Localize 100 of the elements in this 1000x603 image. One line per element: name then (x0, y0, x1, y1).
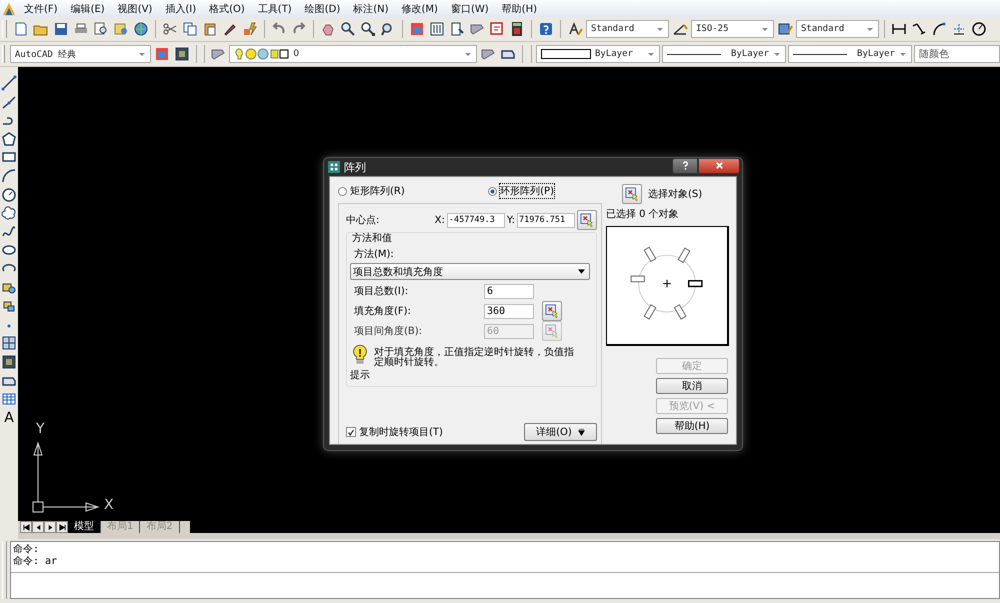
menu-item[interactable]: 插入(I) (161, 2, 200, 16)
style-dropdown[interactable]: Standard (586, 20, 669, 38)
arc-icon[interactable] (1, 168, 17, 184)
scissors-icon[interactable] (162, 21, 178, 37)
help-button[interactable] (672, 158, 698, 174)
radius-dimension-icon[interactable] (971, 21, 987, 37)
dialog-button[interactable]: 取消 (656, 378, 728, 394)
select-objects-label: 选择对象(S) (648, 188, 702, 201)
gradient-icon[interactable] (174, 46, 190, 62)
polyline-icon[interactable] (1, 94, 17, 110)
first-tab-button[interactable] (20, 521, 32, 533)
question-icon (680, 161, 690, 170)
table-icon[interactable] (1, 391, 17, 408)
linear-dimension-icon[interactable] (891, 21, 907, 37)
menu-item[interactable]: 标注(N) (349, 2, 393, 16)
menu-item[interactable]: 文件(F) (20, 2, 62, 16)
axis-label: Y (36, 421, 45, 437)
hatch-icon[interactable] (1, 335, 17, 352)
match-bolt-icon[interactable] (242, 21, 258, 37)
zoom-window-icon[interactable] (360, 21, 376, 37)
y-label: Y: (506, 214, 515, 226)
layer-dropdown[interactable]: 0 (229, 45, 478, 63)
help-question-icon[interactable] (538, 21, 554, 37)
menu-item[interactable]: 编辑(E) (66, 2, 109, 16)
menu-item[interactable]: 格式(O) (205, 2, 249, 16)
property-dropdown[interactable]: ByLayer (788, 45, 912, 63)
color-swatch-icon (540, 49, 591, 59)
table-style-icon[interactable] (777, 21, 793, 37)
lightbulb-icon (353, 344, 367, 366)
last-tab-button[interactable] (56, 521, 68, 533)
text-tool[interactable]: A (4, 410, 14, 426)
array-type-radio[interactable]: 环形阵列(P) (488, 184, 554, 198)
style-dropdown[interactable]: Standard (796, 20, 879, 38)
left-triangle-icon (34, 524, 42, 530)
workspace-dropdown[interactable]: AutoCAD 经典 (10, 45, 151, 63)
close-icon (714, 161, 724, 170)
group-title: 方法和值 (351, 232, 393, 245)
menu-item[interactable]: 修改(M) (398, 2, 442, 16)
cloud-icon[interactable] (1, 205, 17, 222)
method-dropdown[interactable]: 项目总数和填充角度 (350, 263, 590, 280)
menu-item[interactable]: 工具(T) (254, 2, 296, 16)
expand-arrow-icon (578, 428, 585, 436)
layout-tab[interactable]: 模型 (68, 521, 101, 533)
menu-item[interactable]: 视图(V) (114, 2, 156, 16)
method-label: 方法(M): (353, 248, 395, 261)
gradient-icon[interactable] (1, 354, 17, 370)
arc-dimension-icon[interactable] (931, 21, 947, 37)
menu-item[interactable]: 绘图(D) (300, 2, 344, 16)
rotate-items-checkbox[interactable]: 复制时旋转项目(T) (346, 425, 443, 439)
design-center-icon[interactable] (429, 21, 445, 37)
dropdown-arrow-icon (578, 269, 585, 274)
array-type-radio[interactable]: 矩形阵列(R) (338, 184, 405, 198)
field-label: 项目间角度(B): (354, 324, 424, 338)
property-dropdown[interactable]: ByLayer (662, 45, 786, 63)
property-dropdown[interactable]: 随颜色 (914, 45, 1000, 63)
right-triangle-icon (58, 524, 66, 530)
style-dropdown[interactable]: ISO-25 (691, 20, 774, 38)
checkmark-icon (347, 428, 355, 436)
right-triangle-icon (46, 524, 54, 530)
dialog-button[interactable]: 帮助(H) (656, 418, 728, 434)
command-history-line: 命令: ar (13, 556, 58, 568)
x-input[interactable]: -457749.3 (446, 212, 505, 228)
axis-label: X (104, 497, 114, 513)
circle-icon[interactable] (1, 186, 17, 203)
preview-magnifier-icon[interactable] (93, 21, 109, 37)
globe-icon[interactable] (133, 21, 149, 37)
paste-clipboard-icon[interactable] (202, 21, 218, 37)
checkbox-indicator[interactable] (346, 427, 356, 437)
x-label: X: (434, 214, 445, 226)
drawing-canvas[interactable] (18, 67, 1000, 533)
text-style-icon[interactable] (567, 21, 583, 37)
next-tab-button[interactable] (44, 521, 56, 533)
copy-pages-icon[interactable] (182, 21, 198, 37)
menu-item[interactable]: 窗口(W) (446, 2, 493, 16)
app-logo-icon[interactable] (2, 2, 16, 16)
radio-indicator[interactable] (338, 186, 347, 196)
number-input[interactable]: 360 (484, 304, 534, 318)
y-input[interactable]: 71976.751 (517, 212, 575, 228)
center-point-label: 中心点: (346, 214, 380, 227)
details-button[interactable]: 详细(O) (524, 423, 597, 441)
left-triangle-icon (22, 524, 30, 530)
selection-count: 已选择 0 个对象 (606, 208, 680, 221)
ordinate-dimension-icon[interactable] (951, 21, 967, 37)
field-label: 项目总数(I): (354, 284, 410, 298)
command-history-line: 命令: (13, 544, 40, 556)
prev-tab-button[interactable] (32, 521, 44, 533)
radio-indicator[interactable] (488, 186, 498, 196)
menu-item[interactable]: 帮助(H) (498, 2, 541, 16)
array-icon (328, 161, 340, 173)
layer-state-icon (234, 47, 290, 61)
zoom-plus-icon[interactable] (340, 21, 356, 37)
close-button[interactable] (698, 158, 740, 174)
calculator-icon[interactable] (509, 21, 525, 37)
property-dropdown[interactable]: ByLayer (536, 45, 660, 63)
number-input[interactable]: 6 (484, 284, 534, 298)
new-document-icon[interactable] (13, 21, 29, 37)
markup-icon[interactable] (489, 21, 505, 37)
line-icon[interactable] (1, 75, 17, 91)
aligned-dimension-icon[interactable] (911, 21, 927, 37)
field-label: 填充角度(F): (354, 304, 412, 318)
